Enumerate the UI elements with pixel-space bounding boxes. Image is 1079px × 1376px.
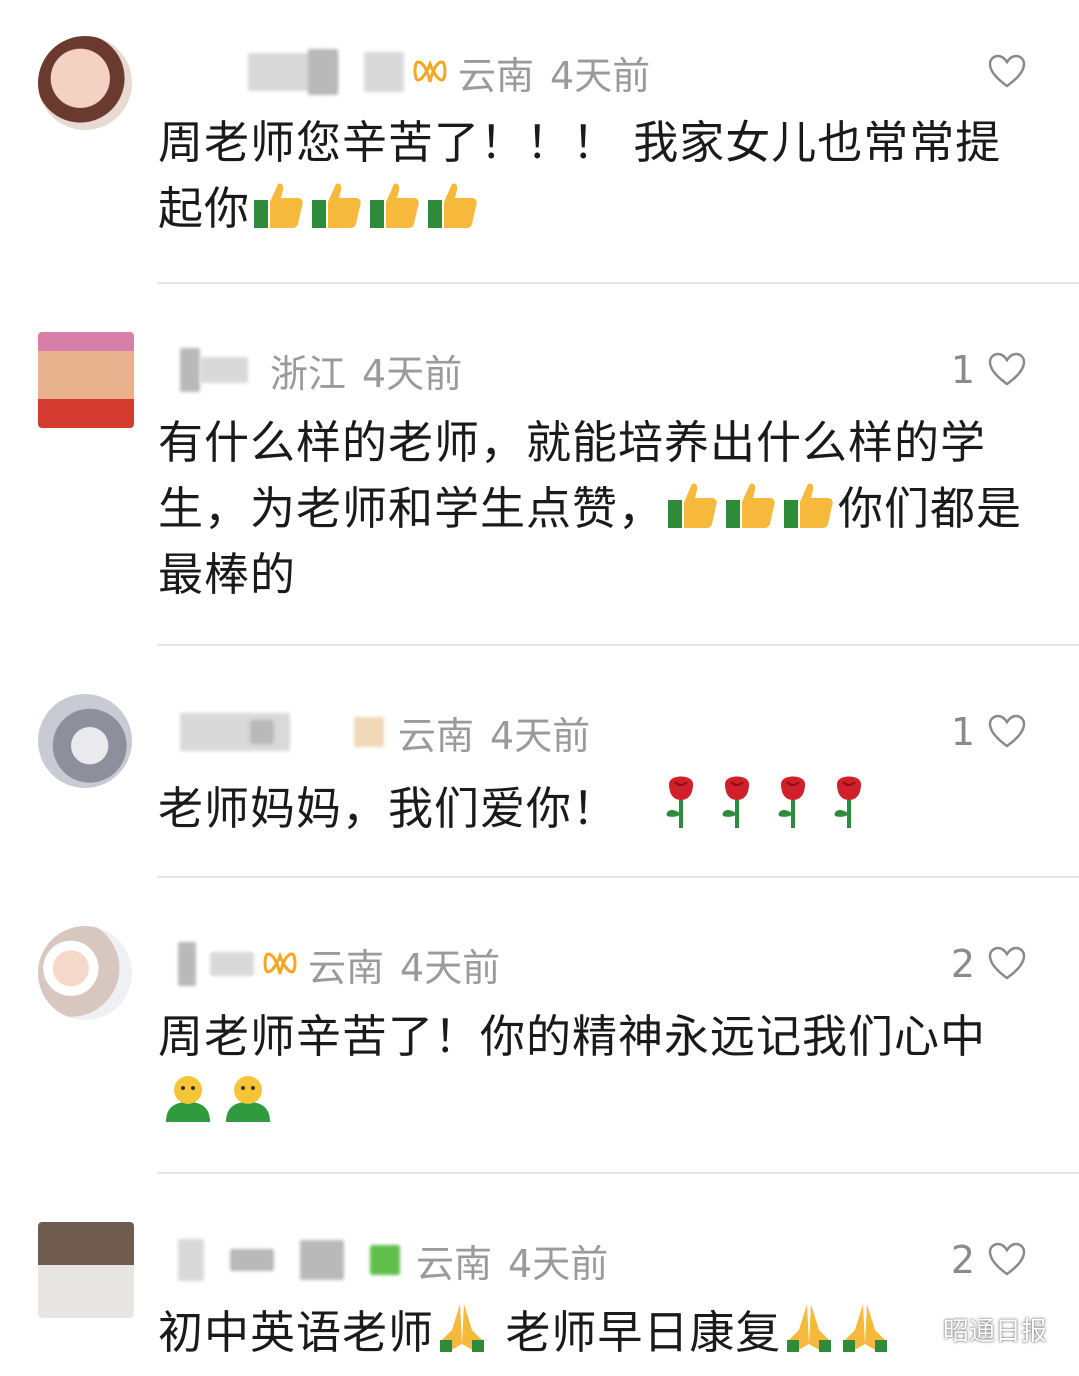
divider: [157, 282, 1079, 284]
username-redacted: [250, 720, 274, 744]
watermark-text: 昭通日报: [942, 1317, 1047, 1347]
like-count: 1: [950, 348, 975, 392]
like-button[interactable]: 1: [951, 340, 1027, 400]
comment-time: 4天前: [508, 1241, 609, 1286]
vip-badge-icon: [413, 59, 447, 83]
username-redacted: [200, 357, 248, 383]
rose-icon: [722, 776, 750, 828]
praying-hands-icon: [440, 1304, 485, 1352]
rose-icon: [778, 776, 806, 828]
like-count: 2: [950, 1238, 975, 1282]
heart-icon[interactable]: [987, 712, 1027, 752]
emoji-smiley-person-group: [158, 1076, 278, 1131]
heart-icon[interactable]: [987, 944, 1027, 984]
username-redacted[interactable]: [178, 1239, 204, 1281]
thumbs-up-icon: [254, 183, 303, 228]
heart-icon[interactable]: [987, 52, 1027, 92]
comment-text: 老师妈妈，我们爱你！: [158, 772, 1038, 842]
avatar[interactable]: [38, 926, 132, 1020]
thumbs-up-icon: [312, 183, 361, 228]
username-redacted: [354, 717, 384, 747]
comment-location: 云南: [308, 945, 385, 990]
comment-time: 4天前: [400, 945, 501, 990]
thumbs-up-icon: [370, 183, 419, 228]
like-button[interactable]: 2: [951, 1230, 1027, 1290]
emoji-thumbs-up-group: [664, 482, 838, 535]
avatar[interactable]: [38, 694, 132, 788]
vip-badge-icon: [263, 951, 297, 975]
smiley-person-icon: [166, 1076, 210, 1122]
emoji-rose-group: [653, 776, 877, 835]
comment-location: 云南: [458, 53, 535, 98]
username-redacted[interactable]: [180, 348, 200, 392]
heart-icon[interactable]: [987, 350, 1027, 390]
praying-hands-icon: [787, 1304, 832, 1352]
like-button[interactable]: 1: [951, 702, 1027, 762]
username-redacted: [300, 1240, 344, 1280]
comment-text: 有什么样的老师，就能培养出什么样的学生，为老师和学生点赞， 你们都是最棒的: [158, 416, 1023, 601]
divider: [157, 1172, 1079, 1174]
username-redacted: [370, 1245, 400, 1275]
rose-icon: [834, 776, 862, 828]
heart-icon[interactable]: [987, 1240, 1027, 1280]
emoji-thumbs-up-group: [250, 182, 482, 235]
rose-icon: [666, 776, 694, 828]
avatar[interactable]: [38, 36, 132, 130]
username-redacted: [364, 52, 404, 92]
thumbs-up-icon: [784, 483, 833, 528]
username-redacted: [210, 952, 254, 976]
comment-text: 周老师您辛苦了！！！ 我家女儿也常常提起你: [158, 116, 1002, 235]
comment-location: 云南: [398, 713, 475, 758]
like-count: 1: [950, 710, 975, 754]
comment-location: 浙江: [270, 351, 347, 396]
comment-text: 周老师辛苦了！你的精神永远记我们心中: [158, 1004, 1038, 1138]
avatar[interactable]: [38, 1222, 134, 1318]
divider: [157, 876, 1079, 878]
like-button[interactable]: 2: [951, 934, 1027, 994]
comment-time: 4天前: [490, 713, 591, 758]
divider: [157, 644, 1079, 646]
username-redacted: [308, 49, 338, 95]
comment-time: 4天前: [362, 351, 463, 396]
like-button[interactable]: [975, 42, 1027, 102]
avatar[interactable]: [38, 332, 134, 428]
watermark: 昭通日报: [897, 1311, 1047, 1348]
thumbs-up-icon: [726, 483, 775, 528]
like-count: 2: [950, 942, 975, 986]
smiley-person-icon: [226, 1076, 270, 1122]
username-redacted: [230, 1249, 274, 1271]
thumbs-up-icon: [428, 183, 477, 228]
wechat-icon: [897, 1315, 934, 1342]
comment-location: 云南: [416, 1241, 493, 1286]
username-redacted[interactable]: [178, 942, 196, 986]
praying-hands-icon: [843, 1304, 888, 1352]
comment-time: 4天前: [550, 53, 651, 98]
thumbs-up-icon: [668, 483, 717, 528]
